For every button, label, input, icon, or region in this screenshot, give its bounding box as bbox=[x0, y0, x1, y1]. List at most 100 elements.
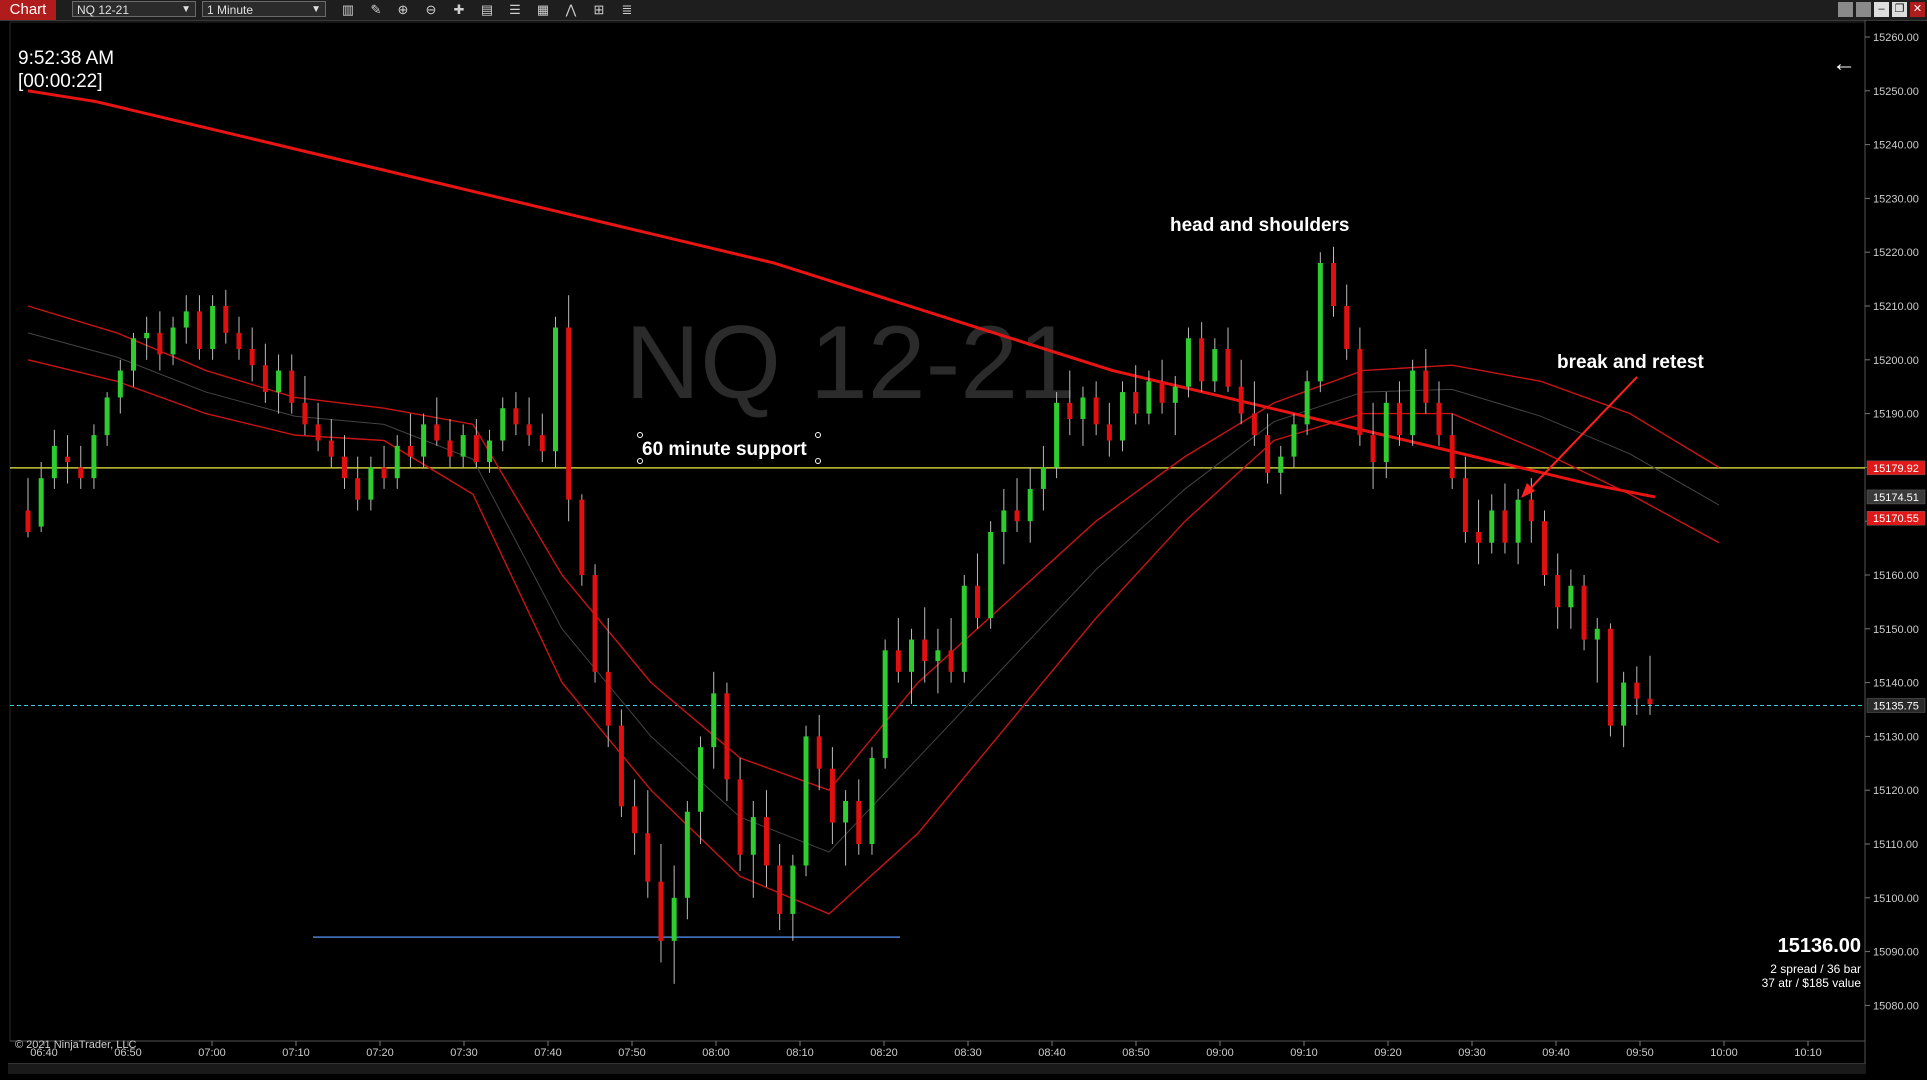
candle-body bbox=[1594, 628, 1600, 640]
candle-body bbox=[526, 424, 532, 436]
horizontal-scrollbar[interactable] bbox=[8, 1063, 1866, 1074]
time-axis-label: 07:00 bbox=[198, 1047, 226, 1059]
candle-body bbox=[935, 650, 941, 662]
candle-body bbox=[922, 639, 928, 662]
candle-body bbox=[645, 833, 651, 882]
annotation-handle bbox=[815, 432, 821, 438]
candle-body bbox=[974, 585, 980, 619]
price-marker-label: 15135.75 bbox=[1873, 700, 1919, 712]
candle-body bbox=[988, 531, 994, 619]
candle-body bbox=[1647, 698, 1653, 705]
price-axis-label: 15230.00 bbox=[1873, 193, 1919, 205]
candle-body bbox=[210, 306, 216, 350]
zoom-in-icon[interactable]: ⊕ bbox=[394, 2, 412, 18]
candle-body bbox=[1251, 413, 1257, 436]
zoom-out-icon[interactable]: ⊖ bbox=[422, 2, 440, 18]
candle-body bbox=[434, 424, 440, 441]
time-axis-label: 08:10 bbox=[786, 1047, 814, 1059]
time-axis-label: 07:40 bbox=[534, 1047, 562, 1059]
candle-body bbox=[144, 332, 150, 339]
candle-body bbox=[724, 693, 730, 780]
annotation-handle bbox=[815, 458, 821, 464]
time-axis-label: 07:30 bbox=[450, 1047, 478, 1059]
candle-body bbox=[1001, 510, 1007, 532]
annotation-head-and-shoulders[interactable]: head and shoulders bbox=[1170, 215, 1349, 237]
price-axis-label: 15260.00 bbox=[1873, 32, 1919, 44]
arrow-left-icon[interactable]: ← bbox=[1832, 50, 1856, 78]
candle-body bbox=[737, 779, 743, 855]
price-axis-label: 15220.00 bbox=[1873, 247, 1919, 259]
templates-icon[interactable]: ☰ bbox=[506, 2, 524, 18]
indicators-icon[interactable]: ▦ bbox=[534, 2, 552, 18]
candle-body bbox=[236, 332, 242, 350]
list-icon[interactable]: ≣ bbox=[618, 2, 636, 18]
draw-tool-icon[interactable]: ✎ bbox=[367, 2, 385, 18]
candle-body bbox=[1291, 424, 1297, 457]
candle-body bbox=[790, 865, 796, 914]
candle-body bbox=[1502, 510, 1508, 543]
minimize-window-button[interactable]: – bbox=[1874, 2, 1889, 17]
candle-body bbox=[895, 650, 901, 672]
time-axis-label: 09:10 bbox=[1290, 1047, 1318, 1059]
candle-body bbox=[1040, 467, 1046, 489]
crosshair-icon[interactable]: ✚ bbox=[450, 2, 468, 18]
price-axis-label: 15160.00 bbox=[1873, 570, 1919, 582]
candle-body bbox=[1542, 521, 1548, 575]
candle-body bbox=[1199, 338, 1205, 382]
time-axis-label: 09:00 bbox=[1206, 1047, 1234, 1059]
candle-body bbox=[104, 397, 110, 436]
candle-body bbox=[1027, 488, 1033, 522]
price-axis-label: 15140.00 bbox=[1873, 678, 1919, 690]
candle-body bbox=[618, 725, 624, 807]
candle-body bbox=[487, 440, 493, 463]
bar-timer: [00:00:22] bbox=[18, 71, 103, 92]
annotation-arrow bbox=[1525, 376, 1638, 494]
data-box-icon[interactable]: ⊞ bbox=[590, 2, 608, 18]
chart-plot-area[interactable]: NQ 12-21 15260.00 15250.00 15240.00 15230.00… bbox=[0, 20, 1927, 1080]
candle-body bbox=[65, 456, 71, 463]
candle-body bbox=[1344, 306, 1350, 350]
candle-body bbox=[407, 445, 413, 457]
properties-icon[interactable]: ▤ bbox=[478, 2, 496, 18]
price-axis-label: 15190.00 bbox=[1873, 409, 1919, 421]
time-axis-label: 07:50 bbox=[618, 1047, 646, 1059]
candle-body bbox=[1212, 349, 1218, 382]
minimize-button[interactable] bbox=[1838, 2, 1853, 17]
candle-body bbox=[684, 811, 690, 898]
price-axis-label: 15120.00 bbox=[1873, 785, 1919, 797]
chart-tab[interactable]: Chart bbox=[0, 0, 56, 20]
bar-type-icon[interactable]: ▥ bbox=[339, 2, 357, 18]
candle-body bbox=[816, 736, 822, 769]
price-chart[interactable]: NQ 12-21 15260.00 15250.00 15240.00 15230.00… bbox=[0, 20, 1927, 1080]
candle-body bbox=[777, 865, 783, 914]
candle-body bbox=[302, 402, 308, 425]
instrument-selector[interactable]: NQ 12-21 ▼ bbox=[72, 1, 196, 17]
candle-body bbox=[196, 311, 202, 350]
candle-body bbox=[157, 332, 163, 355]
close-window-button[interactable]: ✕ bbox=[1910, 2, 1925, 17]
candle-body bbox=[1331, 262, 1337, 306]
time-axis-label: 08:20 bbox=[870, 1047, 898, 1059]
moving-average-200-line bbox=[27, 89, 1656, 499]
chart-toolbar: Chart NQ 12-21 ▼ 1 Minute ▼ ▥ ✎ ⊕ ⊖ ✚ ▤ … bbox=[0, 0, 1927, 21]
interval-selector[interactable]: 1 Minute ▼ bbox=[202, 1, 326, 17]
strategies-icon[interactable]: ⋀ bbox=[562, 2, 580, 18]
candle-body bbox=[1185, 338, 1191, 387]
candle-body bbox=[1436, 402, 1442, 436]
candle-body bbox=[130, 338, 136, 371]
candle-body bbox=[1423, 370, 1429, 403]
annotation-break-and-retest[interactable]: break and retest bbox=[1557, 352, 1704, 374]
candle-body bbox=[1054, 402, 1060, 468]
candle-body bbox=[355, 478, 361, 500]
price-axis-label: 15130.00 bbox=[1873, 731, 1919, 743]
candle-body bbox=[1462, 478, 1468, 532]
restore-button[interactable] bbox=[1856, 2, 1871, 17]
candle-body bbox=[500, 408, 506, 441]
copyright-text: © 2021 NinjaTrader, LLC bbox=[15, 1039, 137, 1051]
annotation-60-minute-support[interactable]: 60 minute support bbox=[642, 439, 807, 461]
maximize-window-button[interactable]: ❐ bbox=[1892, 2, 1907, 17]
candle-body bbox=[1120, 392, 1126, 441]
price-axis-label: 15110.00 bbox=[1873, 839, 1918, 851]
candle-body bbox=[78, 467, 84, 479]
candle-body bbox=[289, 370, 295, 403]
